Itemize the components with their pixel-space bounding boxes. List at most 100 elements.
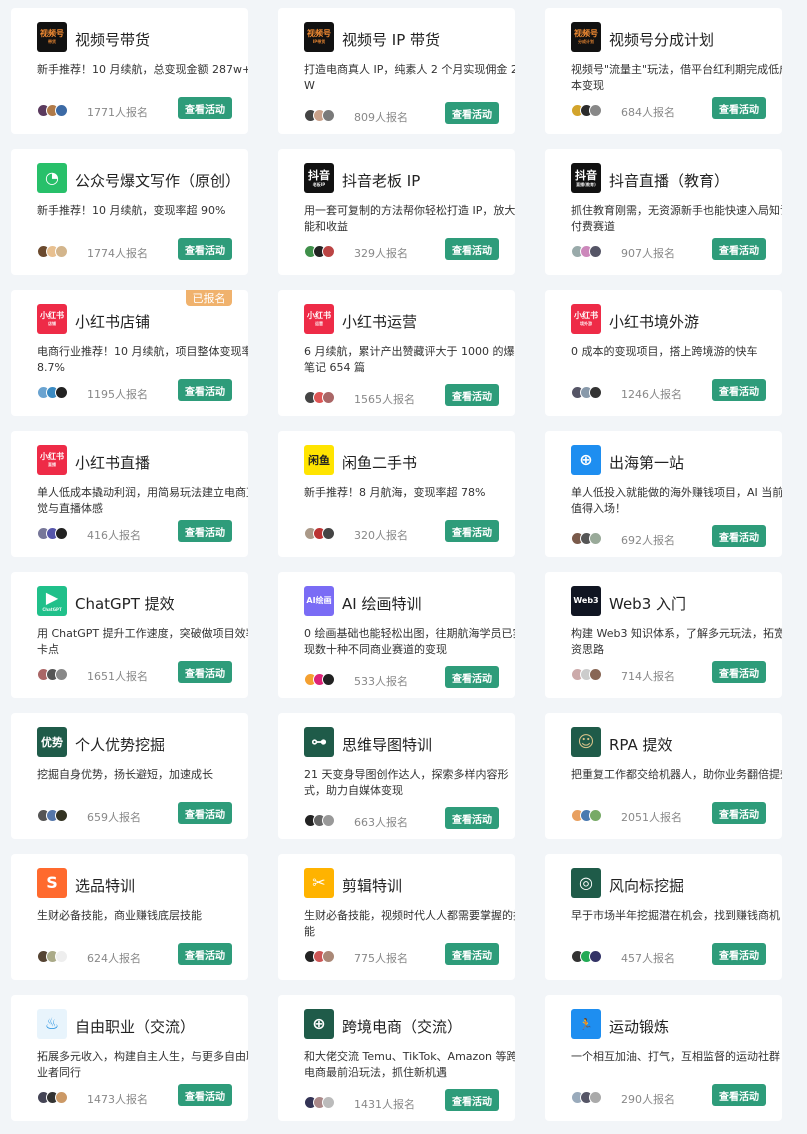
participant-avatars: [304, 950, 335, 963]
activity-description: 6 月续航，累计产出赞藏评大于 1000 的爆款笔记 654 篇: [304, 345, 515, 374]
view-activity-button[interactable]: 查看活动: [445, 238, 499, 260]
activity-card[interactable]: ⊕ 跨境电商（交流） 和大佬交流 Temu、TikTok、Amazon 等跨境电商最…: [278, 995, 515, 1121]
activity-title: 视频号 IP 带货: [342, 31, 441, 49]
avatar: [589, 1091, 602, 1104]
activity-description: 早于市场半年挖掘潜在机会，找到赚钱商机: [571, 909, 780, 922]
signup-count: 457人报名: [621, 952, 675, 965]
activity-card[interactable]: 优势 个人优势挖掘 挖掘自身优势，扬长避短，加速成长 659人报名 查看活动: [11, 713, 248, 839]
activity-card[interactable]: 抖音 直播(教育) 抖音直播（教育） 抓住教育刚需，无资源新手也能快速入局知识付费赛道…: [545, 149, 782, 275]
activity-card[interactable]: 🏃 运动锻炼 一个相互加油、打气，互相监督的运动社群 290人报名 查看活动: [545, 995, 782, 1121]
activity-card[interactable]: 小红书 境外游 小红书境外游 0 成本的变现项目，搭上跨境游的快车 1246人报名 查看活…: [545, 290, 782, 416]
view-activity-button[interactable]: 查看活动: [178, 661, 232, 683]
activity-logo-icon: 🏃: [571, 1009, 601, 1039]
view-activity-button[interactable]: 查看活动: [712, 661, 766, 683]
activity-card[interactable]: 视频号 带货 视频号带货 新手推荐！10 月续航，总变现金额 287w+ 1771人报名…: [11, 8, 248, 134]
view-activity-button[interactable]: 查看活动: [178, 238, 232, 260]
activity-card[interactable]: Web3 Web3 入门 构建 Web3 知识体系，了解多元玩法，拓宽投资思路 714…: [545, 572, 782, 698]
signup-count: 1431人报名: [354, 1098, 415, 1111]
activity-card[interactable]: 小红书 店铺 已报名 小红书店铺 电商行业推荐！10 月续航，项目整体变现率78.7% 1…: [11, 290, 248, 416]
activity-logo-icon: 小红书 境外游: [571, 304, 601, 334]
avatar: [322, 391, 335, 404]
activity-card[interactable]: 闲鱼 闲鱼二手书 新手推荐！8 月航海，变现率超 78% 320人报名 查看活动: [278, 431, 515, 557]
participant-avatars: [304, 673, 335, 686]
view-activity-button[interactable]: 查看活动: [178, 802, 232, 824]
activity-card[interactable]: ◎ 风向标挖掘 早于市场半年挖掘潜在机会，找到赚钱商机 457人报名 查看活动: [545, 854, 782, 980]
view-activity-button[interactable]: 查看活动: [178, 520, 232, 542]
activity-card[interactable]: S 选品特训 生财必备技能，商业赚钱底层技能 624人报名 查看活动: [11, 854, 248, 980]
view-activity-button[interactable]: 查看活动: [445, 807, 499, 829]
avatar: [55, 527, 68, 540]
view-activity-button[interactable]: 查看活动: [712, 379, 766, 401]
signup-count: 907人报名: [621, 247, 675, 260]
activity-card[interactable]: ▶ ChatGPT ChatGPT 提效用 ChatGPT 提升工作速度，突破做项目…: [11, 572, 248, 698]
avatar: [589, 386, 602, 399]
activity-card[interactable]: 小红书 运营 小红书运营 6 月续航，累计产出赞藏评大于 1000 的爆款笔记 654…: [278, 290, 515, 416]
signup-count: 1565人报名: [354, 393, 415, 406]
participant-avatars: [304, 814, 335, 827]
activity-logo-icon: ⊕: [304, 1009, 334, 1039]
view-activity-button[interactable]: 查看活动: [445, 520, 499, 542]
participant-avatars: [37, 527, 68, 540]
avatar: [589, 950, 602, 963]
participant-avatars: [304, 245, 335, 258]
signup-count: 1771人报名: [87, 106, 148, 119]
activity-title: 小红书店铺: [75, 313, 151, 331]
activity-card[interactable]: ☺ RPA 提效 把重复工作都交给机器人，助你业务翻倍提效 2051人报名 查看活动: [545, 713, 782, 839]
signup-count: 1473人报名: [87, 1093, 148, 1106]
activity-description: 生财必备技能，商业赚钱底层技能: [37, 909, 202, 922]
view-activity-button[interactable]: 查看活动: [178, 97, 232, 119]
view-activity-button[interactable]: 查看活动: [445, 943, 499, 965]
activity-card[interactable]: 视频号 IP带货 视频号 IP 带货 打造电商真人 IP，纯素人 2 个月实现佣金 2…: [278, 8, 515, 134]
signup-count: 775人报名: [354, 952, 408, 965]
activity-card[interactable]: AI绘画 AI 绘画特训 0 绘画基础也能轻松出图，往期航海学员已实现数十种不同商业…: [278, 572, 515, 698]
activity-title: 运动锻炼: [609, 1018, 670, 1036]
view-activity-button[interactable]: 查看活动: [712, 97, 766, 119]
activity-logo-icon: 视频号 分成计划: [571, 22, 601, 52]
avatar: [55, 104, 68, 117]
view-activity-button[interactable]: 查看活动: [178, 379, 232, 401]
activity-description: 电商行业推荐！10 月续航，项目整体变现率78.7%: [37, 345, 248, 374]
activity-card[interactable]: ◔ 公众号爆文写作（原创） 新手推荐！10 月续航，变现率超 90% 1774人报名 查…: [11, 149, 248, 275]
view-activity-button[interactable]: 查看活动: [445, 384, 499, 406]
view-activity-button[interactable]: 查看活动: [178, 943, 232, 965]
activity-title: 抖音直播（教育）: [609, 172, 730, 190]
activity-card[interactable]: ✂ 剪辑特训 生财必备技能，视频时代人人都需要掌握的技能 775人报名 查看活动: [278, 854, 515, 980]
activity-description: 构建 Web3 知识体系，了解多元玩法，拓宽投资思路: [571, 627, 782, 656]
activity-title: 思维导图特训: [342, 736, 433, 754]
activity-card[interactable]: ⊶ 思维导图特训 21 天变身导图创作达人，探索多样内容形式，助力自媒体变现 663人…: [278, 713, 515, 839]
participant-avatars: [571, 245, 602, 258]
activity-description: 打造电商真人 IP，纯素人 2 个月实现佣金 20 W: [304, 63, 515, 92]
activity-description: 一个相互加油、打气，互相监督的运动社群: [571, 1050, 780, 1063]
view-activity-button[interactable]: 查看活动: [445, 666, 499, 688]
signup-count: 714人报名: [621, 670, 675, 683]
signup-count: 2051人报名: [621, 811, 682, 824]
participant-avatars: [37, 386, 68, 399]
activity-card[interactable]: ⊕ 出海第一站 单人低投入就能做的海外赚钱项目，AI 当前，值得入场！ 692人报名 查…: [545, 431, 782, 557]
activity-logo-icon: ⊕: [571, 445, 601, 475]
activity-title: 小红书运营: [342, 313, 418, 331]
view-activity-button[interactable]: 查看活动: [712, 1084, 766, 1106]
view-activity-button[interactable]: 查看活动: [445, 1089, 499, 1111]
activity-card[interactable]: 视频号 分成计划 视频号分成计划 视频号"流量主"玩法，借平台红利期完成低成本变现 68…: [545, 8, 782, 134]
view-activity-button[interactable]: 查看活动: [712, 238, 766, 260]
view-activity-button[interactable]: 查看活动: [712, 802, 766, 824]
participant-avatars: [37, 809, 68, 822]
activity-logo-icon: 闲鱼: [304, 445, 334, 475]
activity-card[interactable]: ♨ 自由职业（交流） 拓展多元收入，构建自主人生，与更多自由职业者同行 1473人报名…: [11, 995, 248, 1121]
activity-title: ChatGPT 提效: [75, 595, 175, 613]
activity-card[interactable]: 抖音 老板IP 抖音老板 IP 用一套可复制的方法帮你轻松打造 IP，放大势能和收益 3…: [278, 149, 515, 275]
view-activity-button[interactable]: 查看活动: [178, 1084, 232, 1106]
view-activity-button[interactable]: 查看活动: [445, 102, 499, 124]
avatar: [322, 109, 335, 122]
activity-title: Web3 入门: [609, 595, 687, 613]
view-activity-button[interactable]: 查看活动: [712, 525, 766, 547]
avatar: [589, 532, 602, 545]
signup-count: 1246人报名: [621, 388, 682, 401]
activity-title: 个人优势挖掘: [75, 736, 166, 754]
participant-avatars: [304, 109, 335, 122]
view-activity-button[interactable]: 查看活动: [712, 943, 766, 965]
activity-description: 挖掘自身优势，扬长避短，加速成长: [37, 768, 213, 781]
signup-count: 659人报名: [87, 811, 141, 824]
activity-card[interactable]: 小红书 直播 小红书直播 单人低成本撬动利润，用简易玩法建立电商直觉与直播体感 416人…: [11, 431, 248, 557]
activity-title: RPA 提效: [609, 736, 673, 754]
